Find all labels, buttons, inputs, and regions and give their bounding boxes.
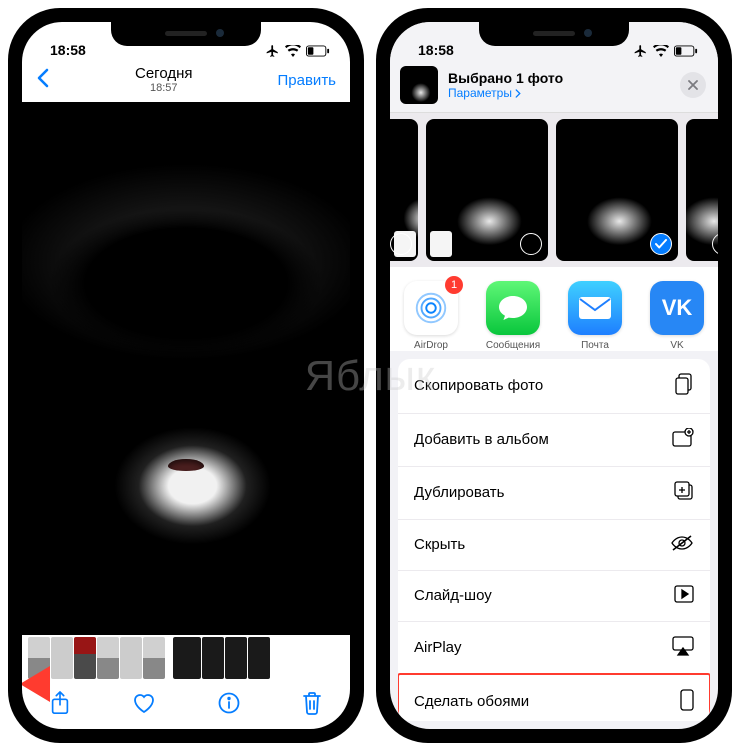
trash-button[interactable]	[302, 691, 322, 720]
action-hide[interactable]: Скрыть	[398, 519, 710, 570]
nav-title: Сегодня	[135, 66, 193, 83]
phone-icon	[680, 689, 694, 715]
action-copy-photo[interactable]: Скопировать фото	[398, 359, 710, 413]
airplay-icon	[672, 636, 694, 660]
preview-overlay-icon	[430, 231, 452, 257]
photo-previews[interactable]	[390, 113, 718, 267]
status-time: 18:58	[50, 42, 86, 58]
app-label: AirDrop	[400, 340, 462, 351]
phone-right: 18:58 Выбрано 1 фото Параметры	[376, 8, 732, 743]
battery-icon	[674, 45, 698, 57]
thumb[interactable]	[28, 637, 50, 679]
battery-icon	[306, 45, 330, 57]
thumb[interactable]	[225, 637, 247, 679]
app-mail[interactable]: Почта	[564, 281, 626, 341]
action-add-to-album[interactable]: Добавить в альбом	[398, 413, 710, 466]
nav-title-group: Сегодня 18:57	[135, 66, 193, 95]
play-icon	[674, 585, 694, 607]
photo-content-lips	[168, 459, 204, 471]
app-messages[interactable]: Сообщения	[482, 281, 544, 341]
preview-item[interactable]	[390, 119, 418, 261]
header-text: Выбрано 1 фото Параметры	[448, 70, 563, 100]
photo-content-face	[22, 102, 350, 635]
thumb[interactable]	[202, 637, 224, 679]
app-label: VK	[646, 340, 708, 351]
preview-item[interactable]	[686, 119, 718, 261]
duplicate-icon	[674, 481, 694, 505]
header-options-button[interactable]: Параметры	[448, 86, 563, 100]
wifi-icon	[653, 45, 669, 57]
unchecked-icon[interactable]	[520, 233, 542, 255]
status-indicators	[633, 44, 698, 58]
airdrop-badge: 1	[445, 276, 463, 294]
checked-icon[interactable]	[650, 233, 672, 255]
unchecked-icon[interactable]	[390, 233, 412, 255]
thumb[interactable]	[51, 637, 73, 679]
bottom-toolbar	[22, 681, 350, 729]
action-slideshow[interactable]: Слайд-шоу	[398, 570, 710, 621]
thumb[interactable]	[120, 637, 142, 679]
thumb[interactable]	[74, 637, 96, 679]
close-button[interactable]	[680, 72, 706, 98]
wifi-icon	[285, 45, 301, 57]
info-button[interactable]	[218, 692, 240, 719]
nav-bar: Сегодня 18:57 Править	[22, 58, 350, 102]
screen-right: 18:58 Выбрано 1 фото Параметры	[390, 22, 718, 729]
share-header: Выбрано 1 фото Параметры	[390, 58, 718, 113]
thumb[interactable]	[143, 637, 165, 679]
preview-item[interactable]	[426, 119, 548, 261]
album-add-icon	[672, 428, 694, 452]
status-time: 18:58	[418, 42, 454, 58]
header-title: Выбрано 1 фото	[448, 70, 563, 86]
hide-icon	[670, 534, 694, 556]
thumb-selected[interactable]	[173, 637, 201, 679]
airplane-icon	[265, 44, 280, 58]
filmstrip[interactable]	[22, 635, 350, 681]
share-apps-row[interactable]: 1 AirDrop Сообщения Почта VK VK	[390, 267, 718, 351]
notch	[111, 22, 261, 46]
thumb[interactable]	[248, 637, 270, 679]
actions-list: Скопировать фото Добавить в альбом Дубли…	[398, 359, 710, 721]
unchecked-icon[interactable]	[712, 233, 718, 255]
action-airplay[interactable]: AirPlay	[398, 621, 710, 674]
nav-subtitle: 18:57	[135, 82, 193, 94]
favorite-button[interactable]	[132, 692, 156, 719]
app-airdrop[interactable]: 1 AirDrop	[400, 281, 462, 341]
airplane-icon	[633, 44, 648, 58]
screen-left: 18:58 Сегодня 18:57 Править	[22, 22, 350, 729]
app-vk[interactable]: VK VK	[646, 281, 708, 341]
action-set-wallpaper[interactable]: Сделать обоями	[398, 674, 710, 721]
phone-left: 18:58 Сегодня 18:57 Править	[8, 8, 364, 743]
back-button[interactable]	[36, 68, 50, 93]
status-indicators	[265, 44, 330, 58]
preview-item-selected[interactable]	[556, 119, 678, 261]
notch	[479, 22, 629, 46]
copy-icon	[674, 373, 694, 399]
thumb[interactable]	[97, 637, 119, 679]
app-label: Сообщения	[482, 340, 544, 351]
share-button[interactable]	[50, 691, 70, 720]
edit-button[interactable]: Править	[278, 72, 337, 89]
action-duplicate[interactable]: Дублировать	[398, 466, 710, 519]
preview-overlay-icon	[394, 231, 416, 257]
photo-viewer[interactable]	[22, 102, 350, 635]
header-thumbnail	[400, 66, 438, 104]
app-label: Почта	[564, 340, 626, 351]
